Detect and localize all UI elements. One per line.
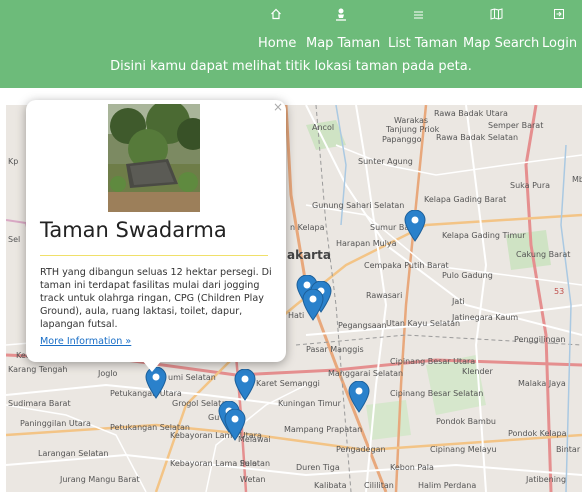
- place-sudimara-barat: Sudimara Barat: [8, 399, 71, 408]
- nav-map-taman[interactable]: Map Taman: [306, 8, 381, 51]
- place-pondok-bambu: Pondok Bambu: [436, 417, 496, 426]
- park-photo: [108, 104, 200, 212]
- nav-login[interactable]: Login: [542, 8, 578, 51]
- place-semper-barat: Semper Barat: [488, 121, 544, 130]
- nav-map-search-label: Map Search: [463, 36, 540, 51]
- close-icon[interactable]: ×: [273, 100, 283, 114]
- popup-tip: [142, 360, 162, 372]
- place-mampang-prapatan: Mampang Prapatan: [284, 425, 363, 434]
- place-pulo: Pulo: [240, 459, 257, 468]
- park-description: RTH yang dibangun seluas 12 hektar perse…: [40, 267, 272, 330]
- page-tagline: Disini kamu dapat melihat titik lokasi t…: [110, 59, 472, 74]
- place-manggarai-selatan: Manggarai Selatan: [328, 369, 404, 378]
- place-num-53: 53: [554, 287, 565, 296]
- place-rawa-badak-selatan: Rawa Badak Selatan: [436, 133, 519, 142]
- place-rawa-badak-utara: Rawa Badak Utara: [434, 109, 508, 118]
- place-pasar-manggis: Pasar Manggis: [306, 345, 364, 354]
- place-cakung-barat: Cakung Barat: [516, 250, 571, 259]
- place-wetan: Wetan: [240, 475, 266, 484]
- place-karet-semanggi: Karet Semanggi: [256, 379, 320, 388]
- place-cipinang-melayu: Cipinang Melayu: [430, 445, 497, 454]
- place-ancol: Ancol: [312, 123, 335, 132]
- map-fold-icon: [463, 8, 529, 26]
- place-jati: Jati: [452, 297, 465, 306]
- place-karang-tengah: Karang Tengah: [8, 365, 68, 374]
- place-utan-kayu-selatan: Utan Kayu Selatan: [386, 319, 461, 328]
- nav-home[interactable]: Home: [258, 8, 297, 51]
- park-marker[interactable]: [234, 369, 256, 401]
- nav-login-label: Login: [542, 36, 578, 51]
- app-header: Home Map Taman List Taman Map Search Log…: [0, 0, 582, 88]
- place-sunter-agung: Sunter Agung: [358, 157, 413, 166]
- place-penggilingan: Penggilingan: [514, 335, 566, 344]
- place-larangan-selatan: Larangan Selatan: [38, 449, 109, 458]
- park-marker[interactable]: [302, 289, 324, 321]
- place-kuningan-timur: Kuningan Timur: [278, 399, 341, 408]
- place-pengadegan: Pengadegan: [336, 445, 386, 454]
- place-tanjung-priok: Tanjung Priok: [386, 125, 440, 134]
- place-cipinang-besar-selatan: Cipinang Besar Selatan: [390, 389, 484, 398]
- place-gunung-sahari-selatan: Gunung Sahari Selatan: [312, 201, 405, 210]
- more-information-link[interactable]: More Information »: [40, 336, 131, 347]
- place-joglo: Joglo: [98, 369, 118, 378]
- place-kebon-pala: Kebon Pala: [390, 463, 434, 472]
- place-kelapa-gading-timur: Kelapa Gading Timur: [442, 231, 526, 240]
- park-photo-image: [108, 104, 200, 212]
- place-kelapa-gading-barat: Kelapa Gading Barat: [424, 195, 507, 204]
- park-title: Taman Swadarma: [40, 218, 227, 242]
- place-papanggo: Papanggo: [382, 135, 422, 144]
- place-halim-perdana: Halim Perdana: [418, 481, 477, 490]
- place-paninggilan-utara: Paninggilan Utara: [20, 419, 91, 428]
- park-marker[interactable]: [404, 210, 426, 242]
- nav-home-label: Home: [258, 36, 297, 51]
- place-kp: Kp: [8, 157, 19, 166]
- place-kalibata: Kalibata: [314, 481, 347, 490]
- place-pondok-kelapa: Pondok Kelapa: [508, 429, 567, 438]
- place-malaka-jaya: Malaka Jaya: [518, 379, 566, 388]
- title-underline: [40, 255, 268, 256]
- place-cempaka-putih-barat: Cempaka Putih Barat: [364, 261, 449, 270]
- place-duren-tiga: Duren Tiga: [296, 463, 340, 472]
- place-gumi-selatan: umi Selatan: [168, 373, 216, 382]
- place-mb: Mb: [572, 175, 582, 184]
- place-harapan-mulya: Harapan Mulya: [336, 239, 397, 248]
- place-jurang-mangu-barat: Jurang Mangu Barat: [60, 475, 140, 484]
- place-cipinang-besar-utara: Cipinang Besar Utara: [390, 357, 476, 366]
- place-rawasari: Rawasari: [366, 291, 403, 300]
- place-klender: Klender: [462, 367, 493, 376]
- nav-list-taman-label: List Taman: [388, 36, 458, 51]
- place-bintaro: Bintar: [556, 445, 581, 454]
- list-icon: [388, 8, 448, 26]
- nav-map-search[interactable]: Map Search: [463, 8, 540, 51]
- place-cililitan: Cililitan: [364, 481, 394, 490]
- place-suka-pura: Suka Pura: [510, 181, 551, 190]
- place-pulo-gadung: Pulo Gadung: [442, 271, 493, 280]
- place-kebun-kelapa: n Kelapa: [290, 223, 325, 232]
- place-jakarta: akarta: [287, 248, 331, 262]
- place-jatinegara-kaum: Jatinegara Kaum: [452, 313, 519, 322]
- map-pin-person-icon: [306, 8, 376, 26]
- park-marker[interactable]: [224, 409, 246, 441]
- nav-list-taman[interactable]: List Taman: [388, 8, 458, 51]
- home-icon: [258, 8, 294, 26]
- place-jatibening: Jatibening: [526, 475, 567, 484]
- place-sel: Sel: [8, 235, 21, 244]
- park-info-popup: Taman Swadarma RTH yang dibangun seluas …: [26, 100, 286, 362]
- park-marker[interactable]: [348, 381, 370, 413]
- place-warakas: Warakas: [394, 116, 429, 125]
- nav-map-taman-label: Map Taman: [306, 36, 381, 51]
- login-icon: [542, 8, 576, 26]
- place-pegangsaan: Pegangsaan: [338, 321, 387, 330]
